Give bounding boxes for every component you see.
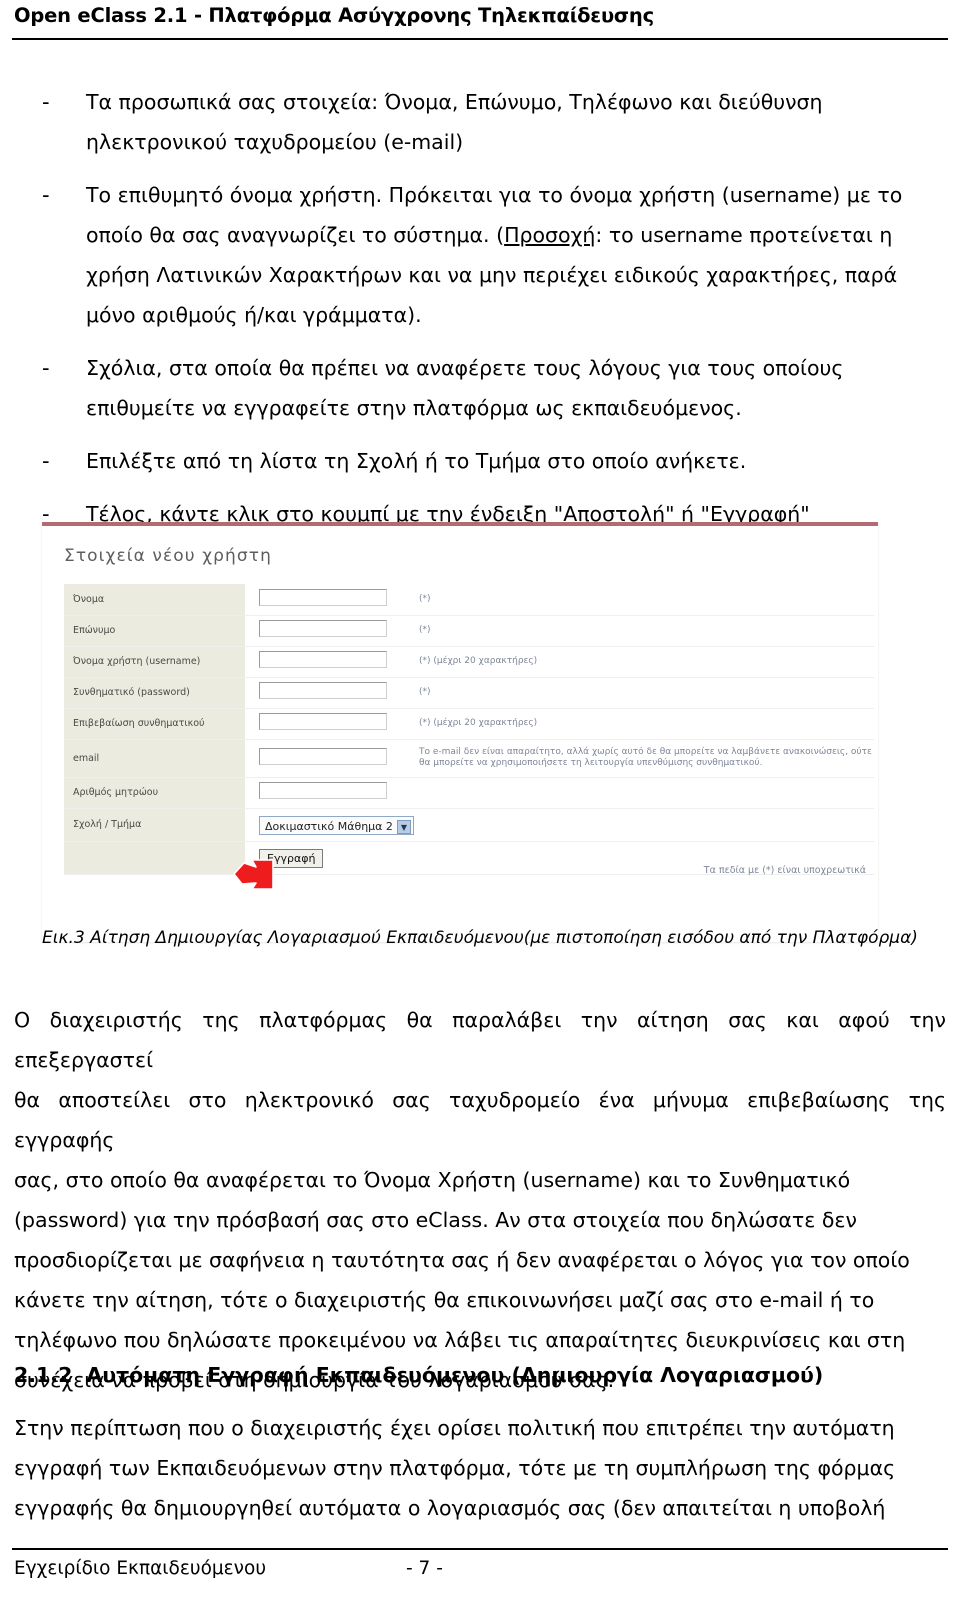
bullet-line: Επιλέξτε από τη λίστα τη Σχολή ή το Τμήμ… <box>86 449 747 473</box>
field-label: email <box>64 739 245 778</box>
bullet-line: Τα προσωπικά σας στοιχεία: Όνομα, Επώνυμ… <box>86 90 823 114</box>
field-label <box>64 841 245 875</box>
faculty-department-select[interactable]: Δοκιμαστικό Μάθημα 2 ▼ <box>259 815 414 835</box>
bullet-line-with-emphasis: οποίο θα σας αναγνωρίζει το σύστημα. (Πρ… <box>86 215 942 255</box>
bullet-line: επιθυμείτε να εγγραφείτε στην πλατφόρμα … <box>86 396 742 420</box>
new-user-form-table: Όνομα (*) Επώνυμο (*) Όνομα χρήστη (user… <box>64 584 874 875</box>
footer-page-number: - 7 - <box>406 1558 443 1579</box>
select-value: Δοκιμαστικό Μάθημα 2 <box>265 819 393 833</box>
page-header: Open eClass 2.1 - Πλατφόρμα Ασύγχρονης Τ… <box>0 0 960 44</box>
field-cell <box>245 708 411 740</box>
paragraph-line: εγγραφής θα δημιουργηθεί αυτόματα ο λογα… <box>14 1496 886 1520</box>
bullet-line: Το επιθυμητό όνομα χρήστη. Πρόκειται για… <box>86 183 903 207</box>
field-label: Επιβεβαίωση συνθηματικού <box>64 708 245 740</box>
table-row: Αριθμός μητρώου <box>64 777 874 809</box>
paragraph-block-1: Ο διαχειριστής της πλατφόρμας θα παραλάβ… <box>0 1000 960 1400</box>
mouse-pointer-arrow-icon <box>233 859 274 890</box>
bullet-dash: - <box>42 356 50 380</box>
firstname-input[interactable] <box>259 588 387 606</box>
paragraph-line: θα αποστείλει στο ηλεκτρονικό σας ταχυδρ… <box>14 1088 946 1152</box>
password-input[interactable] <box>259 682 387 699</box>
field-cell <box>245 615 411 647</box>
field-cell <box>245 584 411 616</box>
lastname-input[interactable] <box>259 620 387 637</box>
student-id-input[interactable] <box>259 782 387 799</box>
bullet-line: χρήση Λατινικών Χαρακτήρων και να μην πε… <box>86 263 898 287</box>
emphasis-underline: Προσοχή <box>504 223 596 247</box>
table-row: Συνθηματικό (password) (*) <box>64 677 874 709</box>
registration-form-screenshot: Στοιχεία νέου χρήστη Όνομα (*) Επώνυμο (… <box>42 522 878 942</box>
screenshot-accent-bar <box>42 522 878 526</box>
table-row: email Το e-mail δεν είναι απαραίτητο, αλ… <box>64 739 874 778</box>
table-row: Όνομα χρήστη (username) (*) (μέχρι 20 χα… <box>64 646 874 678</box>
password-confirm-input[interactable] <box>259 713 387 730</box>
paragraph-block-2: Στην περίπτωση που ο διαχειριστής έχει ο… <box>0 1408 960 1528</box>
table-row: Σχολή / Τμήμα Δοκιμαστικό Μάθημα 2 ▼ <box>64 808 874 842</box>
list-item: - Το επιθυμητό όνομα χρήστη. Πρόκειται γ… <box>0 175 960 335</box>
field-cell <box>245 777 411 809</box>
bullet-line: μόνο αριθμούς ή/και γράμματα). <box>86 303 422 327</box>
field-cell: Δοκιμαστικό Μάθημα 2 ▼ <box>245 808 874 842</box>
list-item: - Τα προσωπικά σας στοιχεία: Όνομα, Επών… <box>0 82 960 162</box>
page-content: - Τα προσωπικά σας στοιχεία: Όνομα, Επών… <box>0 44 960 547</box>
field-label: Όνομα χρήστη (username) <box>64 646 245 678</box>
table-row: Όνομα (*) <box>64 584 874 616</box>
paragraph-line: κάνετε την αίτηση, τότε ο διαχειριστής θ… <box>14 1288 875 1312</box>
field-label: Συνθηματικό (password) <box>64 677 245 709</box>
field-label: Όνομα <box>64 584 245 616</box>
section-number: 2.1.2 <box>14 1363 73 1387</box>
paragraph-line: προσδιορίζεται με σαφήνεια η ταυτότητα σ… <box>14 1248 910 1272</box>
field-label: Επώνυμο <box>64 615 245 647</box>
field-label: Αριθμός μητρώου <box>64 777 245 809</box>
paragraph-line: Στην περίπτωση που ο διαχειριστής έχει ο… <box>14 1416 895 1440</box>
section-title: Αυτόματη Εγγραφή Εκπαιδευόμενου (Δημιουρ… <box>86 1363 824 1387</box>
bullet-line: ηλεκτρονικού ταχυδρομείου (e-mail) <box>86 130 464 154</box>
header-divider <box>12 38 948 40</box>
field-hint: Το e-mail δεν είναι απαραίτητο, αλλά χωρ… <box>411 739 874 778</box>
instruction-bullet-list: - Τα προσωπικά σας στοιχεία: Όνομα, Επών… <box>0 82 960 534</box>
field-hint: (*) <box>411 584 874 616</box>
list-item: - Επιλέξτε από τη λίστα τη Σχολή ή το Τμ… <box>0 441 960 481</box>
bullet-dash: - <box>42 90 50 114</box>
page-footer: Εγχειρίδιο Εκπαιδευόμενου - 7 - <box>0 1548 960 1612</box>
field-label: Σχολή / Τμήμα <box>64 808 245 842</box>
email-input[interactable] <box>259 747 387 765</box>
footer-divider <box>12 1548 948 1550</box>
section-heading: 2.1.2 Αυτόματη Εγγραφή Εκπαιδευόμενου (Δη… <box>14 1355 946 1395</box>
paragraph-line: σας, στο οποίο θα αναφέρεται το Όνομα Χρ… <box>14 1168 851 1192</box>
paragraph-line: τηλέφωνο που δηλώσατε προκειμένου να λάβ… <box>14 1328 906 1352</box>
form-heading: Στοιχεία νέου χρήστη <box>64 546 272 566</box>
paragraph-line: (password) για την πρόσβασή σας στο eCla… <box>14 1208 857 1232</box>
field-cell <box>245 739 411 778</box>
field-cell <box>245 646 411 678</box>
bullet-dash: - <box>42 183 50 207</box>
required-fields-note: Τα πεδία με (*) είναι υποχρεωτικά <box>703 865 866 876</box>
username-input[interactable] <box>259 651 387 668</box>
bullet-line: Σχόλια, στα οποία θα πρέπει να αναφέρετε… <box>86 356 844 380</box>
field-cell <box>245 677 411 709</box>
bullet-line-prefix: οποίο θα σας αναγνωρίζει το σύστημα. ( <box>86 223 505 247</box>
field-hint: (*) <box>411 615 874 647</box>
footer-document-title: Εγχειρίδιο Εκπαιδευόμενου <box>14 1558 267 1579</box>
paragraph-line: Ο διαχειριστής της πλατφόρμας θα παραλάβ… <box>14 1008 946 1072</box>
list-item: - Σχόλια, στα οποία θα πρέπει να αναφέρε… <box>0 348 960 428</box>
field-hint: (*) (μέχρι 20 χαρακτήρες) <box>411 708 874 740</box>
table-row: Επιβεβαίωση συνθηματικού (*) (μέχρι 20 χ… <box>64 708 874 740</box>
field-hint: (*) <box>411 677 874 709</box>
bullet-line-suffix: : το username προτείνεται η <box>595 223 893 247</box>
document-running-title: Open eClass 2.1 - Πλατφόρμα Ασύγχρονης Τ… <box>14 4 654 27</box>
table-row: Επώνυμο (*) <box>64 615 874 647</box>
bullet-dash: - <box>42 449 50 473</box>
figure-caption: Εικ.3 Αίτηση Δημιουργίας Λογαριασμού Εκπ… <box>42 928 918 948</box>
section-heading-block: 2.1.2 Αυτόματη Εγγραφή Εκπαιδευόμενου (Δη… <box>0 1355 960 1395</box>
paragraph-line: εγγραφή των Εκπαιδευόμενων στην πλατφόρμ… <box>14 1456 896 1480</box>
chevron-down-icon[interactable]: ▼ <box>396 819 411 834</box>
field-hint <box>411 777 874 809</box>
field-hint: (*) (μέχρι 20 χαρακτήρες) <box>411 646 874 678</box>
